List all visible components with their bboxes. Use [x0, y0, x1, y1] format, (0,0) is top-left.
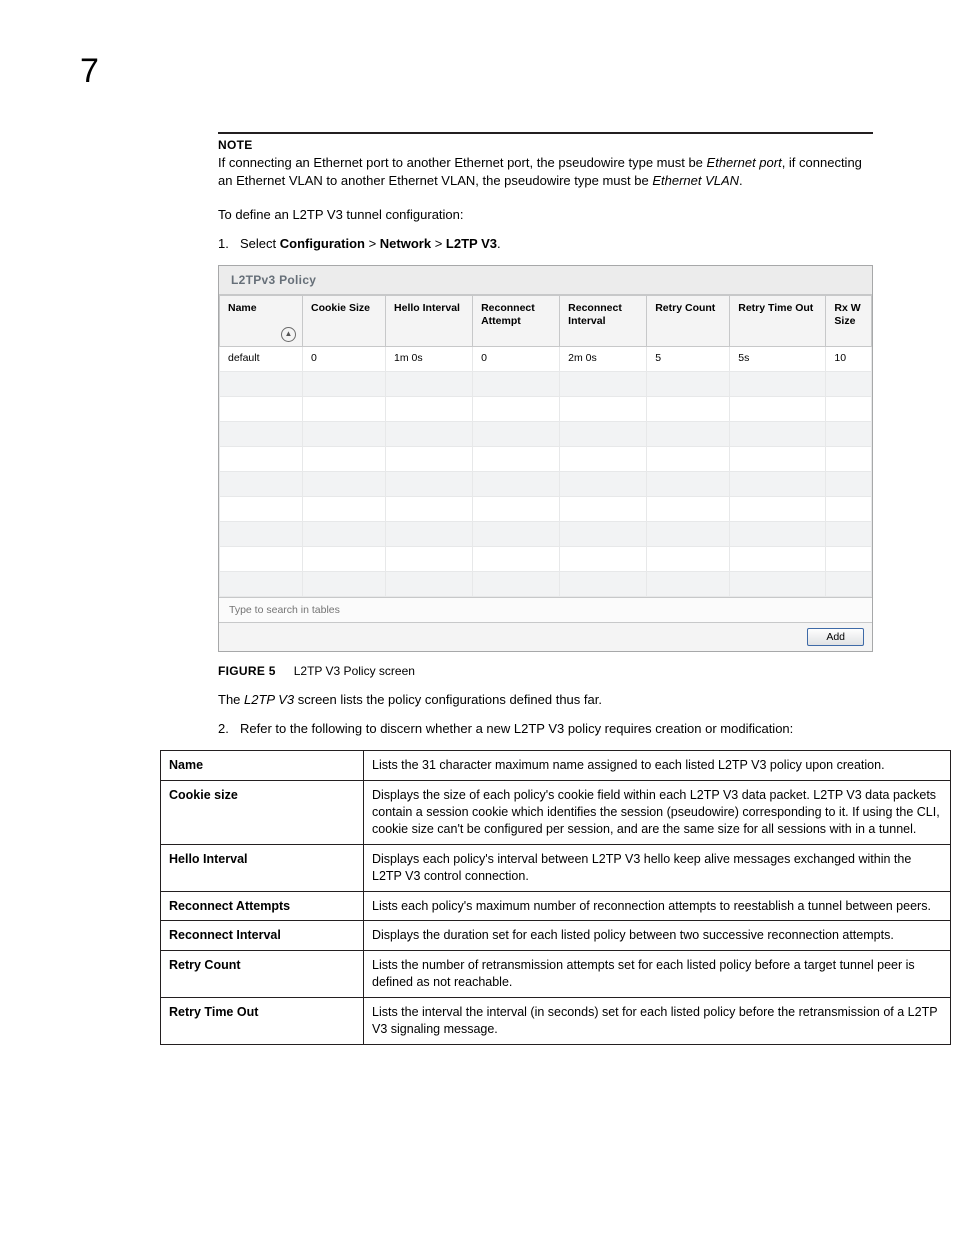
cell-reconnect-attempt: 0: [473, 347, 560, 372]
intro-text: To define an L2TP V3 tunnel configuratio…: [218, 207, 873, 222]
step-1-post: .: [497, 236, 501, 251]
step-1-b1: Configuration: [280, 236, 365, 251]
step-2: 2.Refer to the following to discern whet…: [218, 721, 873, 736]
desc-row: Hello IntervalDisplays each policy's int…: [161, 844, 951, 891]
note-text-pre: If connecting an Ethernet port to anothe…: [218, 155, 707, 170]
col-retry-time-out[interactable]: Retry Time Out: [730, 296, 826, 347]
desc-row: NameLists the 31 character maximum name …: [161, 751, 951, 781]
step-1: 1.Select Configuration > Network > L2TP …: [218, 236, 873, 251]
desc-text: Displays the size of each policy's cooki…: [364, 781, 951, 845]
table-row: [220, 397, 872, 422]
paragraph: The L2TP V3 screen lists the policy conf…: [218, 692, 873, 707]
figure-label: FIGURE 5: [218, 664, 276, 678]
panel-toolbar: Add: [219, 622, 872, 651]
panel-title: L2TPv3 Policy: [219, 266, 872, 295]
table-search-bar: [219, 597, 872, 622]
note-rule-top: [218, 132, 873, 134]
cell-retry-count: 5: [647, 347, 730, 372]
policy-table: Name ▲ Cookie Size Hello Interval Reconne…: [219, 295, 872, 597]
desc-text: Displays each policy's interval between …: [364, 844, 951, 891]
para-post: screen lists the policy configurations d…: [294, 692, 602, 707]
desc-field: Retry Count: [161, 951, 364, 998]
col-cookie-size[interactable]: Cookie Size: [303, 296, 386, 347]
cell-hello-interval: 1m 0s: [386, 347, 473, 372]
add-button[interactable]: Add: [807, 628, 864, 646]
step-1-pre: Select: [240, 236, 280, 251]
note-text-post: .: [739, 173, 743, 188]
desc-field: Hello Interval: [161, 844, 364, 891]
note-body: If connecting an Ethernet port to anothe…: [218, 154, 873, 189]
col-name[interactable]: Name ▲: [220, 296, 303, 347]
desc-field: Retry Time Out: [161, 998, 364, 1045]
cell-rx-w-size: 10: [826, 347, 872, 372]
step-1-sep2: >: [431, 236, 446, 251]
step-1-b3: L2TP V3: [446, 236, 497, 251]
para-pre: The: [218, 692, 244, 707]
col-reconnect-interval[interactable]: Reconnect Interval: [560, 296, 647, 347]
table-row: [220, 497, 872, 522]
field-description-table: NameLists the 31 character maximum name …: [160, 750, 951, 1045]
step-2-number: 2.: [218, 721, 240, 736]
step-1-b2: Network: [380, 236, 431, 251]
desc-row: Retry CountLists the number of retransmi…: [161, 951, 951, 998]
table-row: [220, 522, 872, 547]
cell-cookie-size: 0: [303, 347, 386, 372]
col-reconnect-attempt[interactable]: Reconnect Attempt: [473, 296, 560, 347]
col-hello-interval[interactable]: Hello Interval: [386, 296, 473, 347]
table-search-input[interactable]: [227, 603, 401, 617]
cell-retry-time-out: 5s: [730, 347, 826, 372]
cell-name: default: [220, 347, 303, 372]
cell-reconnect-interval: 2m 0s: [560, 347, 647, 372]
step-1-sep1: >: [365, 236, 380, 251]
l2tpv3-policy-panel: L2TPv3 Policy Name ▲ Cookie Size Hello In…: [218, 265, 873, 652]
desc-row: Cookie sizeDisplays the size of each pol…: [161, 781, 951, 845]
desc-field: Reconnect Interval: [161, 921, 364, 951]
desc-field: Name: [161, 751, 364, 781]
table-row: [220, 422, 872, 447]
table-row: [220, 447, 872, 472]
table-row[interactable]: default 0 1m 0s 0 2m 0s 5 5s 10: [220, 347, 872, 372]
desc-text: Displays the duration set for each liste…: [364, 921, 951, 951]
col-name-label: Name: [228, 302, 257, 314]
desc-field: Reconnect Attempts: [161, 891, 364, 921]
desc-text: Lists each policy's maximum number of re…: [364, 891, 951, 921]
desc-field: Cookie size: [161, 781, 364, 845]
step-2-text: Refer to the following to discern whethe…: [240, 721, 793, 736]
desc-row: Retry Time OutLists the interval the int…: [161, 998, 951, 1045]
desc-text: Lists the number of retransmission attem…: [364, 951, 951, 998]
chapter-number: 7: [80, 52, 99, 91]
para-em: L2TP V3: [244, 692, 294, 707]
table-row: [220, 472, 872, 497]
note-em-2: Ethernet VLAN: [652, 173, 739, 188]
col-rx-w-size[interactable]: Rx W Size: [826, 296, 872, 347]
desc-text: Lists the interval the interval (in seco…: [364, 998, 951, 1045]
figure-caption: FIGURE 5 L2TP V3 Policy screen: [218, 664, 873, 678]
table-row: [220, 572, 872, 597]
sort-asc-icon[interactable]: ▲: [281, 327, 296, 342]
col-retry-count[interactable]: Retry Count: [647, 296, 730, 347]
figure-caption-text: L2TP V3 Policy screen: [294, 664, 415, 678]
table-header-row: Name ▲ Cookie Size Hello Interval Reconne…: [220, 296, 872, 347]
step-1-number: 1.: [218, 236, 240, 251]
note-em-1: Ethernet port: [707, 155, 782, 170]
desc-row: Reconnect AttemptsLists each policy's ma…: [161, 891, 951, 921]
desc-row: Reconnect IntervalDisplays the duration …: [161, 921, 951, 951]
desc-text: Lists the 31 character maximum name assi…: [364, 751, 951, 781]
note-heading: NOTE: [218, 138, 873, 152]
table-row: [220, 372, 872, 397]
table-row: [220, 547, 872, 572]
